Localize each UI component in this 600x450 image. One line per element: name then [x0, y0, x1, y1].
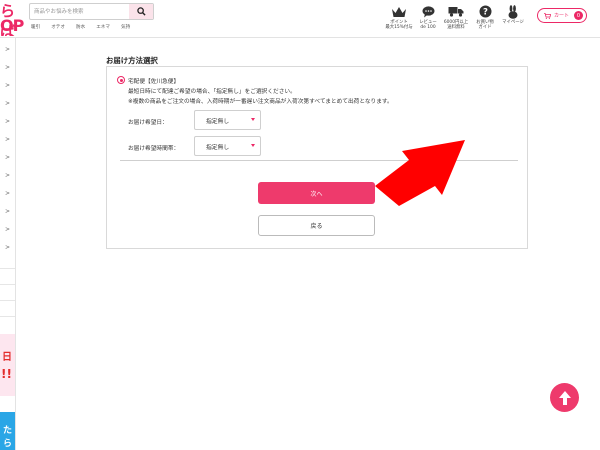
nav-shipping-line2: 送料無料: [447, 25, 465, 31]
back-button[interactable]: 戻る: [258, 215, 375, 236]
sidebar-category-item[interactable]: >: [0, 239, 15, 256]
promo-banner-text: たら: [3, 426, 13, 449]
user-rabbit-icon: [508, 4, 518, 19]
nav-mypage[interactable]: マイページ: [498, 3, 528, 25]
help-icon: ?: [479, 5, 491, 18]
arrow-up-icon: [558, 390, 571, 405]
sidebar-category-item[interactable]: >: [0, 41, 15, 58]
delivery-time-label: お届け希望時間帯：: [128, 146, 180, 152]
quick-link[interactable]: オテオ: [51, 24, 65, 30]
quick-links: 暖引 オテオ 防水 エネマ 気持: [31, 24, 130, 30]
cart-icon: [544, 12, 551, 19]
sidebar-divider: [0, 284, 15, 285]
nav-guide[interactable]: ? お買い物 ガイド: [472, 3, 498, 30]
shipping-option-label: 宅配便【佐川急便】: [128, 79, 180, 85]
sidebar-category-item[interactable]: >: [0, 221, 15, 238]
quick-link[interactable]: 気持: [121, 24, 130, 30]
nav-points[interactable]: ポイント 最大15%付与: [382, 3, 416, 30]
quick-link[interactable]: 暖引: [31, 24, 40, 30]
cart-button[interactable]: カート 0: [537, 8, 587, 23]
quick-link[interactable]: エネマ: [96, 24, 110, 30]
dropdown-arrow-icon: [251, 144, 255, 147]
search-box: [29, 3, 154, 20]
sidebar-category-item[interactable]: >: [0, 167, 15, 184]
dropdown-arrow-icon: [251, 118, 255, 121]
sidebar-category-item[interactable]: >: [0, 113, 15, 130]
nav-points-line2: 最大15%付与: [385, 25, 413, 31]
cart-count-badge: 0: [574, 11, 584, 20]
nav-review[interactable]: レビュー de 100: [416, 3, 440, 30]
sidebar-category-item[interactable]: >: [0, 131, 15, 148]
search-icon: [136, 7, 146, 16]
delivery-date-value: 指定無し: [206, 118, 230, 125]
back-to-top-button[interactable]: [550, 383, 579, 412]
truck-icon: [448, 7, 464, 17]
shipping-note: 最短日時にて配達ご希望の場合、「指定無し」をご選択ください。: [128, 89, 296, 95]
nav-mypage-label: マイページ: [502, 20, 524, 25]
sidebar-divider: [0, 300, 15, 301]
site-logo[interactable]: らば OP: [0, 2, 24, 36]
nav-guide-line2: ガイド: [478, 25, 492, 31]
delivery-time-select[interactable]: 指定無し: [194, 136, 261, 156]
section-title: お届け方法選択: [106, 56, 158, 65]
sidebar-divider: [0, 316, 15, 317]
logo-text-bottom: OP: [0, 16, 24, 35]
delivery-date-label: お届け希望日：: [128, 120, 168, 126]
site-header: らば OP 暖引 オテオ 防水 エネマ 気持: [0, 0, 600, 38]
search-input[interactable]: [30, 4, 130, 19]
annotation-arrow-icon: [375, 140, 465, 206]
sidebar-promo-banner-blue[interactable]: たら: [0, 412, 15, 450]
sidebar-category-item[interactable]: >: [0, 149, 15, 166]
svg-text:?: ?: [483, 8, 488, 18]
quick-link[interactable]: 防水: [76, 24, 85, 30]
shipping-option-radio[interactable]: [117, 76, 125, 84]
chat-bubble-icon: [422, 5, 434, 17]
sidebar-divider: [0, 268, 15, 269]
next-button[interactable]: 次へ: [258, 182, 375, 204]
shipping-note: ※複数の商品をご注文の場合、入荷時期が一番遅い注文商品が入荷次第すべてまとめて出…: [128, 99, 393, 105]
category-sidebar: > > > > > > > > > > > > 日 !! たら: [0, 38, 16, 450]
sidebar-category-item[interactable]: >: [0, 95, 15, 112]
cart-label: カート: [554, 13, 570, 19]
nav-shipping[interactable]: 6000円以上 送料無料: [441, 3, 471, 30]
delivery-date-select[interactable]: 指定無し: [194, 110, 261, 130]
sidebar-category-item[interactable]: >: [0, 59, 15, 76]
sidebar-category-item[interactable]: >: [0, 77, 15, 94]
crown-icon: [392, 6, 406, 17]
delivery-time-value: 指定無し: [206, 144, 230, 151]
promo-banner-text: 日: [2, 352, 12, 363]
promo-banner-text: !!: [1, 367, 12, 381]
sidebar-category-item[interactable]: >: [0, 185, 15, 202]
nav-review-line2: de 100: [420, 25, 436, 31]
sidebar-category-item[interactable]: >: [0, 203, 15, 220]
sidebar-promo-banner[interactable]: 日 !!: [0, 334, 15, 396]
search-button[interactable]: [129, 4, 153, 19]
page: らば OP 暖引 オテオ 防水 エネマ 気持: [0, 0, 600, 450]
